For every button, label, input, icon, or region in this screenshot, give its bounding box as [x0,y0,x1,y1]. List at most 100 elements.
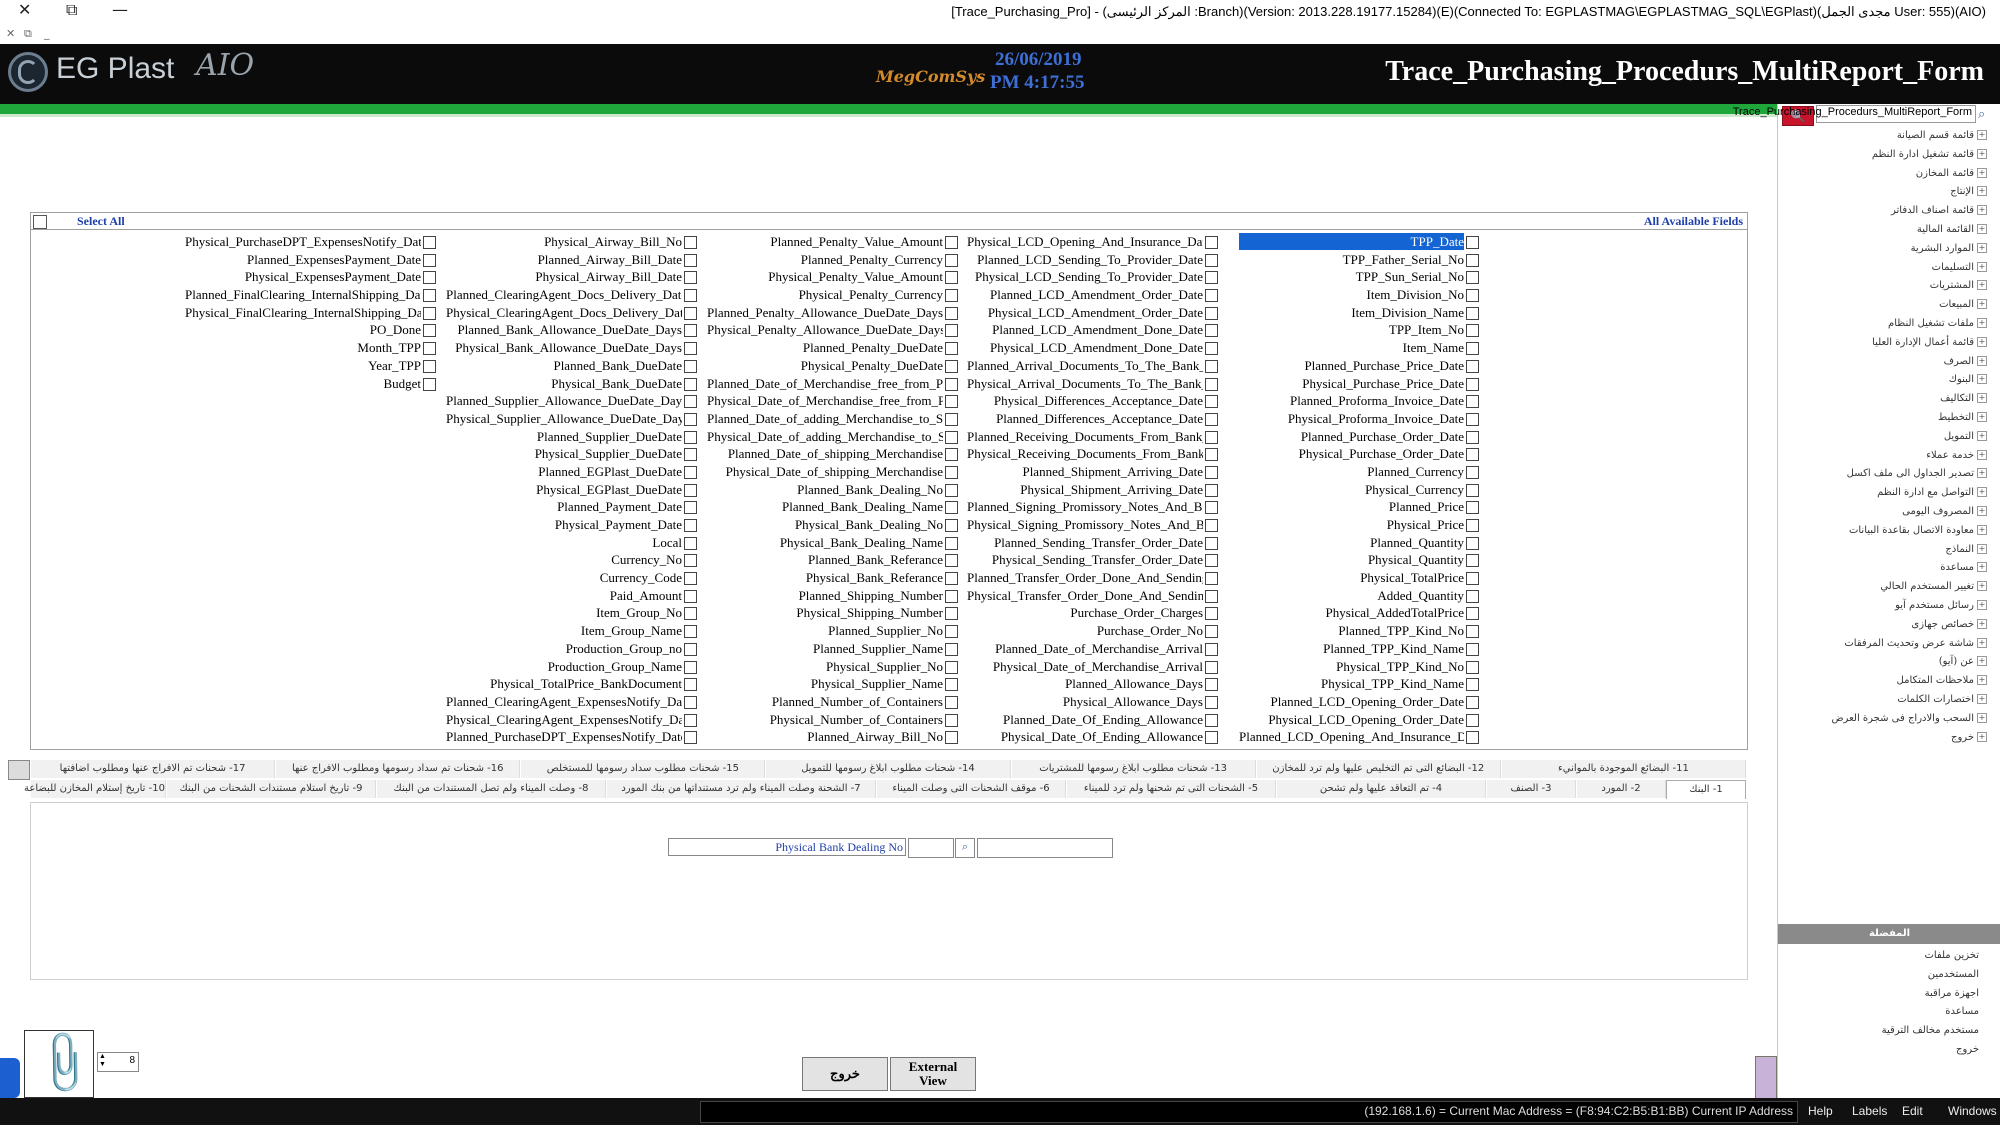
field-row[interactable]: Planned_TPP_Kind_No [1237,622,1482,640]
expand-icon[interactable]: + [1977,336,1987,347]
field-row[interactable]: Physical_LCD_Amendment_Order_Date [965,304,1221,322]
field-row[interactable]: Planned_Penalty_Currency [705,251,961,269]
field-checkbox[interactable] [1205,342,1218,356]
criteria-search-button[interactable]: ⌕ [955,838,975,858]
menu-tree-item[interactable]: +قائمة تشغيل ادارة النظم [1872,148,1987,160]
field-checkbox[interactable] [1466,448,1479,462]
field-row[interactable]: Paid_Amount [444,587,700,605]
report-tab[interactable]: 10- تاريخ إستلام المخازن للبضاعة [24,780,166,798]
field-checkbox[interactable] [1466,713,1479,727]
field-row[interactable]: Physical_Arrival_Documents_To_The_Bank_D… [965,375,1221,393]
close-window-button[interactable]: ✕ [18,0,31,19]
menu-tree-item[interactable]: +البنوك [1949,374,1987,385]
menu-tree-item[interactable]: +رسائل مستخدم آيو [1895,600,1987,611]
expand-icon[interactable]: + [1977,487,1987,498]
tabs-scroll-button[interactable] [8,760,30,780]
field-checkbox[interactable] [684,554,697,568]
menu-tree-item[interactable]: +خروج [1951,731,1987,743]
field-checkbox[interactable] [423,236,436,249]
field-row[interactable]: Planned_ClearingAgent_Docs_Delivery_Date [444,286,700,304]
field-row[interactable]: Physical_Airway_Bill_Date [444,268,700,286]
expand-icon[interactable]: + [1977,261,1987,272]
field-checkbox[interactable] [1205,678,1218,692]
field-row[interactable]: Physical_Supplier_Name [705,675,961,693]
field-checkbox[interactable] [1466,253,1479,267]
criteria-field-select[interactable]: Physical Bank Dealing No [668,838,906,856]
field-checkbox[interactable] [1205,483,1218,497]
field-checkbox[interactable] [1466,501,1479,515]
field-checkbox[interactable] [684,306,697,320]
field-checkbox[interactable] [684,589,697,603]
field-checkbox[interactable] [423,359,436,373]
expand-icon[interactable]: + [1977,637,1987,648]
field-checkbox[interactable] [945,642,958,656]
menu-tree-item[interactable]: +خصائص جهازى [1911,618,1987,630]
field-checkbox[interactable] [945,412,958,426]
field-row[interactable]: Planned_Date_of_Merchandise_free_from_Po… [705,375,961,393]
field-checkbox[interactable] [1205,395,1218,409]
field-row[interactable]: Item_Group_No [444,604,700,622]
report-tab[interactable]: 8- وصلت الميناء ولم تصل المستندات من الب… [377,780,606,798]
field-row[interactable]: Planned_Supplier_Allowance_DueDate_Days [444,392,700,410]
field-row[interactable]: Physical_Penalty_Allowance_DueDate_Days [705,321,961,339]
field-row[interactable]: Physical_Date_Of_Ending_Allowance [965,728,1221,746]
field-row[interactable]: Physical_LCD_Amendment_Done_Date [965,339,1221,357]
menu-tree-item[interactable]: +قائمة اصناف الدفاتر [1891,205,1987,216]
menu-tree-item[interactable]: +قائمة قسم الصيانة [1897,130,1987,141]
field-row[interactable]: Physical_Date_of_Merchandise_free_from_P… [705,392,961,410]
field-row[interactable]: Item_Division_Name [1237,304,1482,322]
field-row[interactable]: Physical_Proforma_Invoice_Date [1237,410,1482,428]
favorite-item[interactable]: مساعدة [1945,1006,1979,1017]
field-row[interactable]: Production_Group_Name [444,658,700,676]
expand-icon[interactable]: + [1977,506,1987,516]
field-checkbox[interactable] [1466,359,1479,373]
field-checkbox[interactable] [1205,412,1218,426]
field-row[interactable]: Physical_PurchaseDPT_ExpensesNotify_Date [183,233,439,251]
menu-tree-item[interactable]: +النماذج [1945,543,1987,555]
report-tab[interactable]: 7- الشحنة وصلت الميناء ولم ترد مستنداتها… [607,780,876,798]
field-row[interactable]: Planned_LCD_Amendment_Order_Date [965,286,1221,304]
menu-tree-item[interactable]: +الموارد البشرية [1911,242,1987,254]
field-row[interactable]: Production_Group_no [444,640,700,658]
field-row[interactable]: Planned_LCD_Amendment_Done_Date [965,321,1221,339]
field-checkbox[interactable] [684,412,697,426]
child-close-button[interactable]: ✕ [6,27,15,40]
report-tab[interactable]: 11- البضائع الموجودة بالموانيء [1501,760,1746,778]
field-row[interactable]: Planned_Purchase_Price_Date [1237,357,1482,375]
report-tab[interactable]: 1- البنك [1666,780,1746,799]
field-checkbox[interactable] [945,448,958,462]
field-row[interactable]: Item_Group_Name [444,622,700,640]
field-checkbox[interactable] [945,289,958,303]
report-tab[interactable]: 14- شحنات مطلوب ابلاغ رسومها للتمويل [766,760,1011,778]
field-checkbox[interactable] [684,607,697,621]
attachment-button[interactable]: 📎 [24,1026,101,1101]
field-checkbox[interactable] [945,271,958,285]
field-row[interactable]: Planned_Sending_Transfer_Order_Date [965,534,1221,552]
field-row[interactable]: Physical_Differences_Acceptance_Date [965,392,1221,410]
field-checkbox[interactable] [1205,324,1218,338]
field-checkbox[interactable] [945,519,958,532]
expand-icon[interactable]: + [1977,299,1987,310]
field-checkbox[interactable] [945,660,958,674]
field-checkbox[interactable] [1205,731,1218,745]
field-checkbox[interactable] [1466,465,1479,479]
field-row[interactable]: Planned_Airway_Bill_No [705,728,961,746]
expand-icon[interactable]: + [1977,280,1987,291]
field-checkbox[interactable] [1466,607,1479,621]
field-checkbox[interactable] [423,306,436,320]
menu-tree-item[interactable]: +تصدير الجداول الى ملف اكسل [1847,468,1987,479]
field-row[interactable]: Currency_Code [444,569,700,587]
field-row[interactable]: Physical_ClearingAgent_ExpensesNotify_Da… [444,711,700,729]
expand-icon[interactable]: + [1977,731,1987,742]
field-checkbox[interactable] [1205,271,1218,285]
field-row[interactable]: Planned_Date_Of_Ending_Allowance [965,711,1221,729]
exit-button[interactable]: خروج [802,1057,888,1091]
field-checkbox[interactable] [945,395,958,409]
field-checkbox[interactable] [945,625,958,639]
field-row[interactable]: Planned_Receiving_Documents_From_Bank_Da… [965,428,1221,446]
menu-tree-item[interactable]: +القائمة المالية [1917,224,1987,235]
field-row[interactable]: Physical_Penalty_Currency [705,286,961,304]
field-row[interactable]: Planned_ExpensesPayment_Date [183,251,439,269]
criteria-value-input[interactable] [977,838,1113,858]
field-row[interactable]: Planned_LCD_Opening_Order_Date [1237,693,1482,711]
